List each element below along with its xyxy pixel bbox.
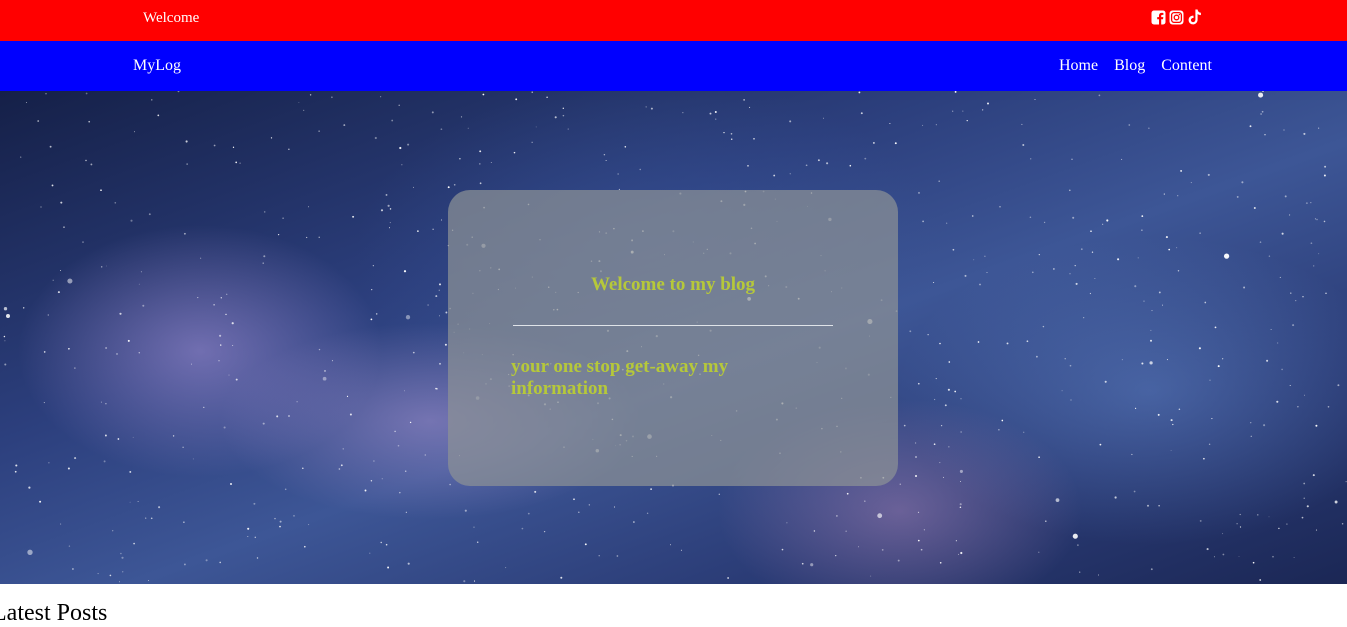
instagram-icon[interactable] [1169,9,1184,25]
nav-link-content[interactable]: Content [1161,57,1212,75]
facebook-icon[interactable] [1151,9,1166,25]
card-title: Welcome to my blog [590,274,756,295]
nav-bar: MyLog Home Blog Content [0,41,1347,91]
welcome-card: Welcome to my blog your one stop get-awa… [448,190,898,486]
nav-link-home[interactable]: Home [1059,57,1098,75]
hero-banner: Welcome to my blog your one stop get-awa… [0,91,1347,584]
nav-link-blog[interactable]: Blog [1114,57,1145,75]
social-links [1151,9,1202,25]
nav-links: Home Blog Content [1059,57,1212,75]
card-divider [513,325,833,326]
top-bar: Welcome [0,0,1347,41]
card-tagline: your one stop get-away my information [511,356,729,399]
tiktok-icon[interactable] [1187,9,1202,25]
welcome-text: Welcome [143,10,200,26]
brand-logo[interactable]: MyLog [133,57,181,75]
latest-posts-heading: Latest Posts [0,600,108,626]
